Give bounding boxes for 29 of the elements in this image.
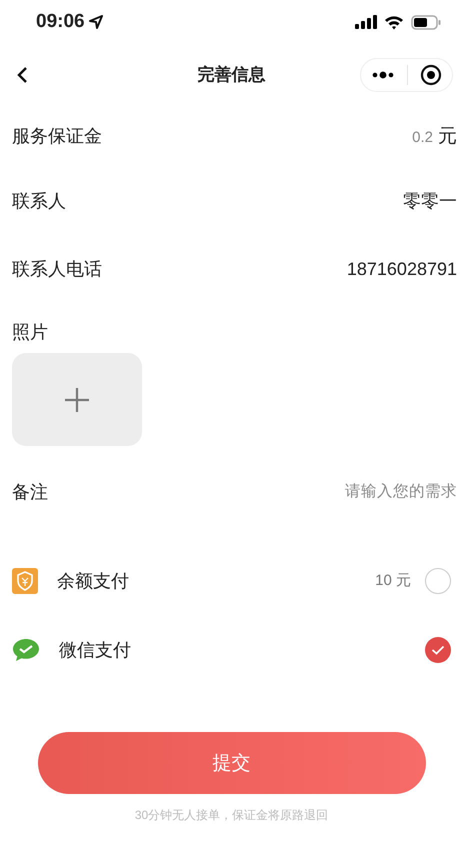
- wifi-icon: [384, 14, 404, 30]
- field-label: 联系人电话: [12, 258, 102, 281]
- more-icon: [371, 70, 395, 78]
- payment-method-label: 微信支付: [59, 638, 131, 662]
- shield-wallet-icon: [12, 568, 38, 594]
- refund-note: 30分钟无人接单，保证金将原路退回: [134, 807, 328, 824]
- field-label: 联系人: [12, 190, 66, 213]
- submit-button[interactable]: 提交: [38, 732, 426, 794]
- signal-icon: [355, 15, 377, 29]
- field-value: 零零一: [403, 190, 457, 213]
- page-title: 完善信息: [198, 64, 266, 86]
- location-arrow-icon: [88, 15, 103, 29]
- amount-value: 0.2: [412, 129, 433, 146]
- photo-label: 照片: [12, 321, 49, 344]
- clock-time: 09:06: [36, 11, 85, 33]
- field-value: 18716028791: [346, 258, 457, 280]
- battery-icon: [411, 14, 441, 30]
- payment-radio[interactable]: [425, 636, 451, 662]
- payment-radio[interactable]: [425, 568, 451, 594]
- target-icon: [420, 64, 442, 86]
- field-label: 服务保证金: [12, 125, 102, 148]
- notes-label: 备注: [12, 481, 48, 504]
- chat-bubble-check-icon: [12, 638, 40, 662]
- plus-icon: [63, 386, 91, 414]
- check-icon: [431, 644, 445, 654]
- balance-amount: 10 元: [375, 571, 411, 590]
- payment-method-label: 余额支付: [57, 570, 129, 592]
- back-icon: [16, 66, 28, 84]
- currency-unit: 元: [438, 125, 457, 149]
